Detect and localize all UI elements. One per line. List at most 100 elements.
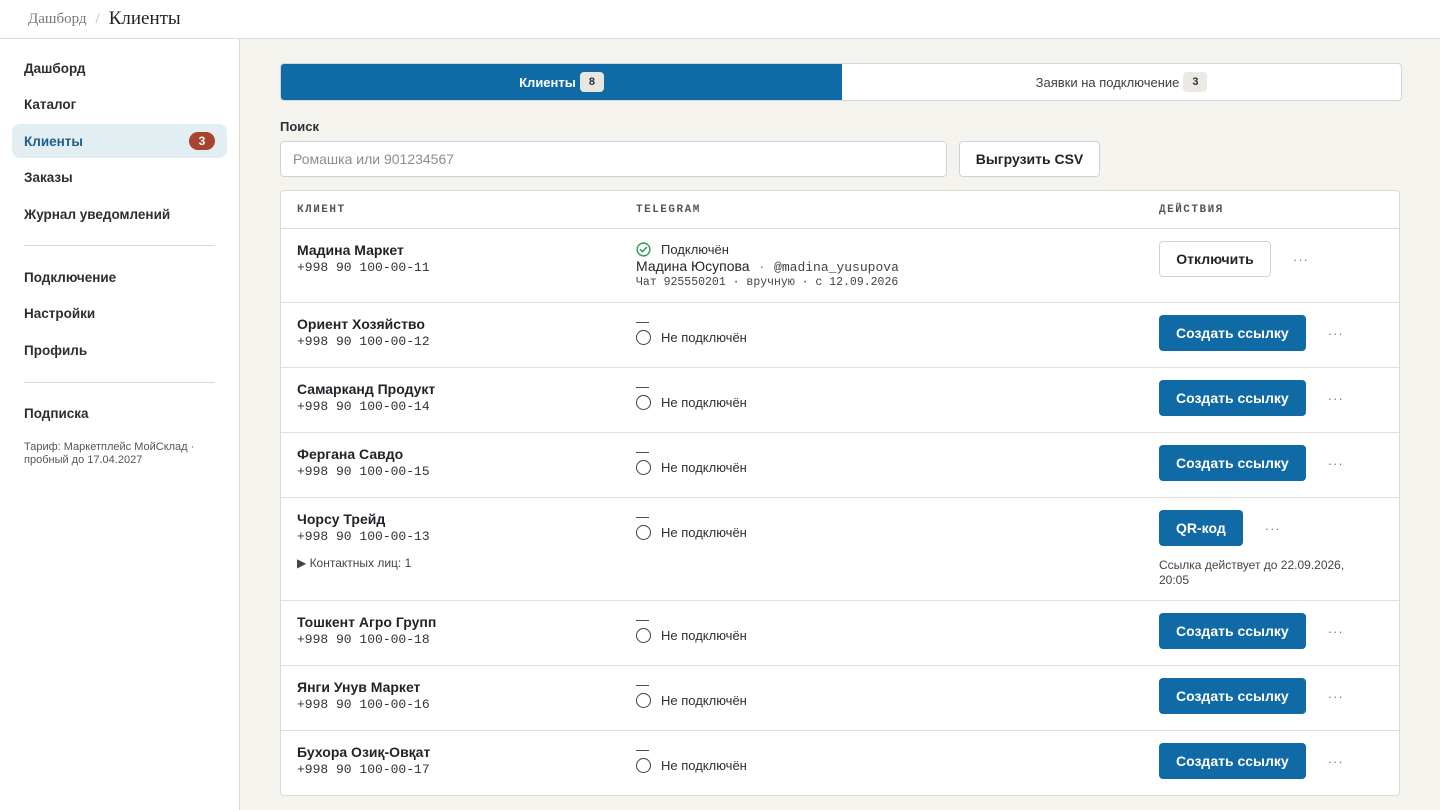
sidebar-item-orders[interactable]: Заказы [12, 161, 227, 195]
client-phone: +998 90 100-00-15 [297, 464, 430, 479]
column-header-telegram: TELEGRAM [636, 203, 701, 216]
actions-group: Создать ссылку ··· [1159, 380, 1344, 416]
sidebar-item-settings[interactable]: Настройки [12, 297, 227, 331]
sidebar: Дашборд Каталог Клиенты 3 Заказы Журнал у… [0, 39, 240, 810]
sidebar-item-subscription[interactable]: Подписка [12, 397, 227, 431]
telegram-status-text: Подключён [661, 242, 729, 257]
client-cell: Тошкент Агро Групп +998 90 100-00-18 [297, 614, 436, 647]
sidebar-item-dashboard[interactable]: Дашборд [12, 51, 227, 85]
client-phone: +998 90 100-00-18 [297, 632, 430, 647]
client-phone: +998 90 100-00-12 [297, 334, 430, 349]
sidebar-item-clients[interactable]: Клиенты 3 [12, 124, 227, 159]
telegram-status: Подключён [636, 242, 899, 257]
telegram-cell: Подключён Мадина Юсупова · @madina_yusup… [636, 242, 899, 289]
actions-group: Отключить ··· [1159, 241, 1309, 277]
telegram-cell: — Не подключён [636, 743, 747, 773]
telegram-user-empty: — [636, 677, 649, 692]
client-name[interactable]: Фергана Савдо [297, 446, 430, 462]
actions-cell: Отключить ··· [1159, 241, 1309, 277]
clients-table: КЛИЕНТ TELEGRAM ДЕЙСТВИЯ Мадина Маркет +… [280, 190, 1400, 796]
actions-cell: QR-код ··· Ссылка действует до 22.09.202… [1159, 510, 1359, 588]
sidebar-item-label: Журнал уведомлений [24, 206, 171, 222]
client-name[interactable]: Чорсу Трейд [297, 511, 430, 527]
tab-connection-requests[interactable]: Заявки на подключение 3 [842, 64, 1401, 100]
telegram-user-empty: — [636, 742, 649, 757]
telegram-status-text: Не подключён [661, 525, 747, 540]
more-actions-icon[interactable]: ··· [1293, 252, 1309, 267]
tab-clients[interactable]: Клиенты 8 [281, 64, 842, 100]
table-row: Фергана Савдо +998 90 100-00-15 — Не под… [281, 433, 1399, 498]
search-input[interactable] [280, 141, 947, 177]
actions-cell: Создать ссылку ··· [1159, 380, 1344, 416]
export-csv-button[interactable]: Выгрузить CSV [959, 141, 1100, 177]
actions-cell: Создать ссылку ··· [1159, 743, 1344, 779]
create-link-button[interactable]: Создать ссылку [1159, 380, 1306, 416]
sidebar-item-connection[interactable]: Подключение [12, 260, 227, 294]
create-link-button[interactable]: Создать ссылку [1159, 678, 1306, 714]
tab-count-badge: 3 [1183, 72, 1208, 92]
client-name[interactable]: Самарканд Продукт [297, 381, 435, 397]
sidebar-item-label: Заказы [24, 170, 73, 186]
create-link-button[interactable]: Создать ссылку [1159, 613, 1306, 649]
more-actions-icon[interactable]: ··· [1328, 624, 1344, 639]
more-actions-icon[interactable]: ··· [1328, 326, 1344, 341]
client-name[interactable]: Тошкент Агро Групп [297, 614, 436, 630]
sidebar-item-notification-log[interactable]: Журнал уведомлений [12, 197, 227, 231]
empty-circle-icon [636, 525, 651, 540]
telegram-cell: — Не подключён [636, 445, 747, 475]
telegram-cell: — Не подключён [636, 678, 747, 708]
client-name[interactable]: Ориент Хозяйство [297, 316, 430, 332]
more-actions-icon[interactable]: ··· [1328, 391, 1344, 406]
telegram-cell: — Не подключён [636, 315, 747, 345]
plan-info: Тариф: Маркетплейс МойСклад · пробный до… [24, 440, 195, 466]
tab-label: Клиенты [519, 74, 576, 90]
actions-group: Создать ссылку ··· [1159, 445, 1344, 481]
client-cell: Фергана Савдо +998 90 100-00-15 [297, 446, 430, 479]
sidebar-item-label: Настройки [24, 306, 96, 322]
table-header: КЛИЕНТ TELEGRAM ДЕЙСТВИЯ [281, 191, 1399, 229]
clients-count-badge: 3 [189, 132, 215, 151]
sidebar-item-profile[interactable]: Профиль [12, 334, 227, 368]
more-actions-icon[interactable]: ··· [1328, 456, 1344, 471]
actions-group: Создать ссылку ··· [1159, 315, 1344, 351]
contacts-toggle[interactable]: ▶ Контактных лиц: 1 [297, 556, 430, 570]
telegram-cell: — Не подключён [636, 380, 747, 410]
telegram-status-text: Не подключён [661, 693, 747, 708]
sidebar-item-label: Профиль [24, 343, 88, 359]
client-name[interactable]: Бухора Озиқ-Овқат [297, 744, 430, 760]
actions-cell: Создать ссылку ··· [1159, 315, 1344, 351]
breadcrumb-dashboard-link[interactable]: Дашборд [28, 11, 87, 28]
telegram-user-empty: — [636, 444, 649, 459]
search-row: Выгрузить CSV [280, 141, 1402, 177]
actions-cell: Создать ссылку ··· [1159, 613, 1344, 649]
more-actions-icon[interactable]: ··· [1328, 754, 1344, 769]
actions-cell: Создать ссылку ··· [1159, 445, 1344, 481]
create-link-button[interactable]: Создать ссылку [1159, 743, 1306, 779]
telegram-user-name: Мадина Юсупова [636, 258, 750, 274]
sidebar-item-label: Подключение [24, 269, 117, 285]
client-name[interactable]: Янги Унув Маркет [297, 679, 430, 695]
telegram-user-empty: — [636, 612, 649, 627]
telegram-status: Не подключён [636, 525, 747, 540]
client-cell: Мадина Маркет +998 90 100-00-11 [297, 242, 430, 275]
client-name[interactable]: Мадина Маркет [297, 242, 430, 258]
table-row: Мадина Маркет +998 90 100-00-11 Подключё… [281, 229, 1399, 303]
create-link-button[interactable]: Создать ссылку [1159, 445, 1306, 481]
link-expiry-note: Ссылка действует до 22.09.2026, 20:05 [1159, 558, 1345, 587]
breadcrumb: Дашборд / Клиенты [0, 0, 1440, 39]
telegram-status: Не подключён [636, 693, 747, 708]
more-actions-icon[interactable]: ··· [1265, 521, 1281, 536]
check-circle-icon [636, 242, 651, 257]
empty-circle-icon [636, 395, 651, 410]
table-row: Ориент Хозяйство +998 90 100-00-12 — Не … [281, 303, 1399, 368]
sidebar-item-label: Клиенты [24, 133, 83, 149]
telegram-handle: @madina_yusupova [774, 260, 899, 275]
sidebar-item-catalog[interactable]: Каталог [12, 88, 227, 122]
create-link-button[interactable]: Создать ссылку [1159, 315, 1306, 351]
more-actions-icon[interactable]: ··· [1328, 689, 1344, 704]
telegram-status: Не подключён [636, 758, 747, 773]
sidebar-item-label: Подписка [24, 406, 89, 422]
qr-code-button[interactable]: QR-код [1159, 510, 1243, 546]
disconnect-button[interactable]: Отключить [1159, 241, 1271, 277]
telegram-status-text: Не подключён [661, 395, 747, 410]
